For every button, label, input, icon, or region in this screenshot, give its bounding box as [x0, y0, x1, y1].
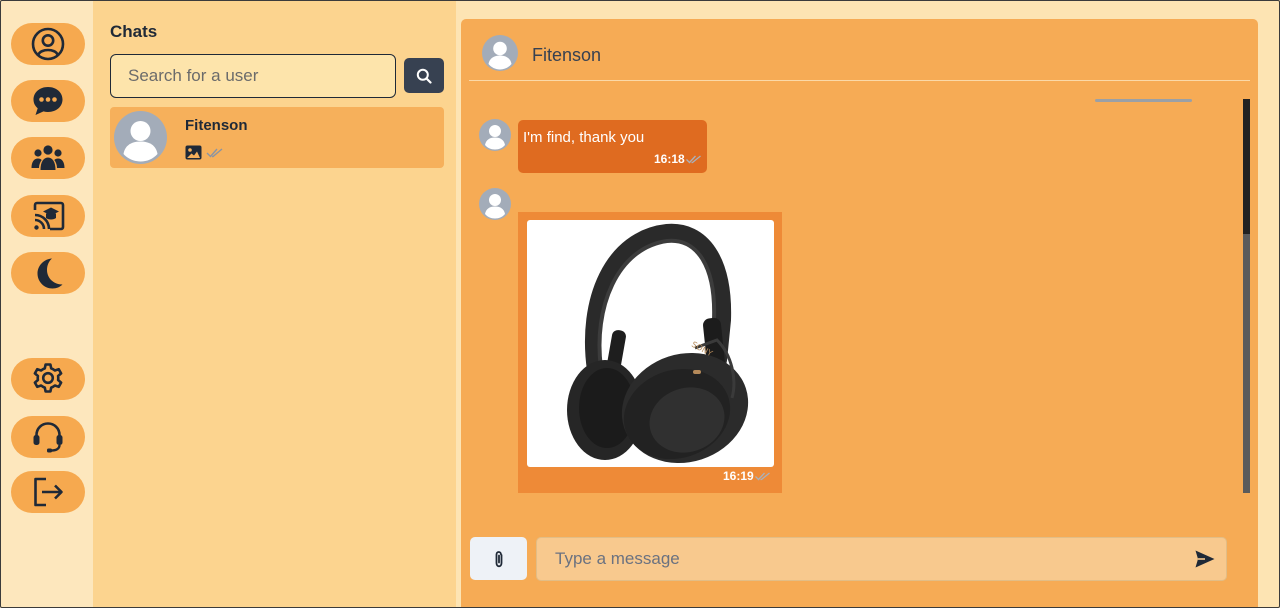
message-list[interactable]: I'm find, thank you 16:18 SONY 16:19	[461, 99, 1258, 513]
classroom-button[interactable]	[11, 195, 85, 237]
image-message-bubble[interactable]: SONY 16:19	[518, 212, 782, 493]
headphones-photo[interactable]: SONY	[527, 220, 774, 467]
groups-button[interactable]	[11, 137, 85, 179]
double-check-icon	[754, 472, 770, 481]
attach-button[interactable]	[470, 537, 527, 580]
message-avatar	[479, 188, 511, 220]
message-meta: 16:19	[723, 469, 771, 483]
headset-icon	[33, 422, 63, 453]
image-icon	[185, 145, 202, 160]
moon-icon	[37, 258, 63, 289]
people-group-icon	[31, 145, 65, 170]
message-input[interactable]	[536, 537, 1227, 581]
chats-button[interactable]	[11, 80, 85, 122]
message-bubble[interactable]: I'm find, thank you 16:18	[518, 120, 707, 173]
settings-button[interactable]	[11, 358, 85, 400]
conversation-panel: Fitenson I'm find, thank you 16:18 SONY …	[461, 19, 1258, 608]
avatar	[482, 35, 518, 71]
scrollbar-thumb[interactable]	[1243, 99, 1250, 234]
user-search-input[interactable]	[110, 54, 396, 98]
search-button[interactable]	[404, 58, 444, 93]
dark-mode-toggle[interactable]	[11, 252, 85, 294]
support-button[interactable]	[11, 416, 85, 458]
nav-rail	[0, 0, 93, 608]
message-time: 16:19	[723, 469, 754, 483]
chat-contact-name: Fitenson	[185, 117, 248, 134]
message-meta: 16:18	[654, 152, 702, 166]
logout-button[interactable]	[11, 471, 85, 513]
double-check-icon	[685, 155, 701, 164]
chat-dots-icon	[33, 87, 63, 115]
message-avatar	[479, 119, 511, 151]
avatar	[114, 111, 167, 164]
last-message-preview	[185, 145, 224, 160]
user-circle-icon	[31, 27, 65, 61]
search-icon	[416, 68, 432, 84]
chat-list-title: Chats	[110, 22, 158, 41]
logout-icon	[34, 477, 63, 507]
conversation-header: Fitenson	[469, 19, 1250, 81]
chat-list-item[interactable]: Fitenson	[110, 107, 444, 168]
chat-list-panel: Chats Fitenson	[93, 0, 456, 608]
conversation-contact-name: Fitenson	[532, 45, 602, 65]
message-time: 16:18	[654, 152, 685, 166]
double-check-icon	[206, 148, 223, 158]
send-icon[interactable]	[1194, 549, 1216, 569]
cast-education-icon	[33, 201, 65, 231]
previous-message-edge	[1095, 99, 1192, 102]
paperclip-icon	[495, 550, 502, 567]
profile-button[interactable]	[11, 23, 85, 65]
gear-icon	[33, 363, 63, 393]
message-text: I'm find, thank you	[523, 129, 645, 146]
